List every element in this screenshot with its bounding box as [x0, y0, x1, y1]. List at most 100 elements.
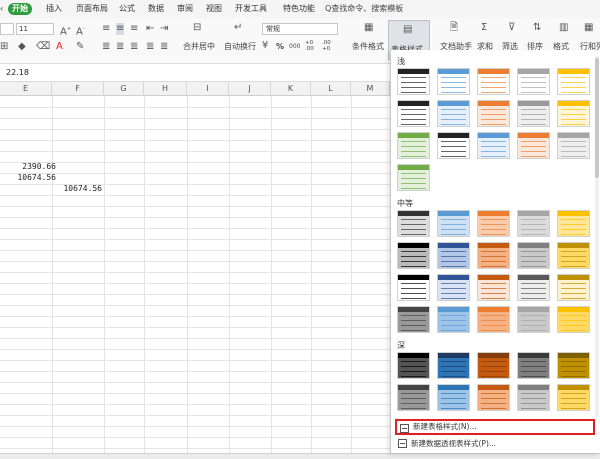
table-style-thumbnail[interactable]	[557, 384, 590, 411]
command-search[interactable]: Q查找命令、搜索模板	[325, 3, 403, 15]
table-style-thumbnail[interactable]	[557, 242, 590, 269]
fill-color-icon[interactable]: ◆	[18, 41, 26, 53]
table-style-thumbnail[interactable]	[397, 100, 430, 127]
format-icon[interactable]: ▥	[559, 22, 568, 34]
table-style-thumbnail[interactable]	[437, 384, 470, 411]
table-style-thumbnail[interactable]	[557, 306, 590, 333]
table-style-thumbnail[interactable]	[557, 100, 590, 127]
merge-center-icon[interactable]: ⊟	[193, 22, 201, 34]
table-style-thumbnail[interactable]	[397, 68, 430, 95]
font-name-dropdown[interactable]	[0, 23, 14, 35]
conditional-format-icon[interactable]: ▦	[364, 22, 373, 34]
table-style-thumbnail[interactable]	[397, 242, 430, 269]
decimal-decrease-button[interactable]: .00 +0	[322, 40, 334, 52]
table-style-thumbnail[interactable]	[517, 68, 550, 95]
column-header[interactable]: J	[229, 82, 271, 96]
cell-e8[interactable]: 10674.56	[0, 173, 56, 182]
table-style-thumbnail[interactable]	[477, 68, 510, 95]
doc-assistant-icon[interactable]: 🗎	[450, 22, 458, 34]
table-style-thumbnail[interactable]	[477, 210, 510, 237]
thousands-button[interactable]: 000	[289, 42, 300, 52]
tab-formulas[interactable]: 公式	[119, 3, 135, 15]
column-header[interactable]: E	[0, 82, 52, 96]
table-style-thumbnail[interactable]	[557, 274, 590, 301]
align-top-icon[interactable]: ≡	[102, 23, 110, 35]
conditional-format-button[interactable]: 条件格式	[352, 42, 384, 52]
column-header[interactable]: F	[52, 82, 104, 96]
font-size-dropdown[interactable]: 11	[16, 23, 54, 35]
merge-center-button[interactable]: 合并居中	[183, 42, 215, 52]
tab-insert[interactable]: 插入	[46, 3, 62, 15]
decrease-font-icon[interactable]: A-	[76, 23, 85, 38]
table-style-thumbnail[interactable]	[477, 384, 510, 411]
table-style-thumbnail[interactable]	[437, 210, 470, 237]
table-style-thumbnail[interactable]	[517, 100, 550, 127]
format-painter-icon[interactable]: ✎	[76, 41, 84, 53]
tab-view[interactable]: 视图	[206, 3, 222, 15]
column-header[interactable]: I	[187, 82, 229, 96]
align-middle-icon[interactable]: ≡	[116, 23, 125, 35]
tab-page-layout[interactable]: 页面布局	[76, 3, 108, 15]
spreadsheet-grid[interactable]: E F G H I J K L M 2390.66 10674.56 10674…	[0, 82, 390, 453]
table-style-thumbnail[interactable]	[517, 210, 550, 237]
increase-font-icon[interactable]: A+	[60, 23, 71, 38]
percent-button[interactable]: %	[276, 42, 284, 52]
indent-decrease-icon[interactable]: ⇤	[146, 23, 154, 35]
align-left-icon[interactable]: ≣	[102, 41, 110, 53]
sort-icon[interactable]: ⇅	[533, 22, 541, 34]
table-style-thumbnail[interactable]	[517, 306, 550, 333]
table-style-thumbnail[interactable]	[517, 274, 550, 301]
table-style-thumbnail[interactable]	[477, 352, 510, 379]
table-style-thumbnail[interactable]	[517, 242, 550, 269]
table-style-thumbnail[interactable]	[557, 68, 590, 95]
table-style-thumbnail[interactable]	[397, 274, 430, 301]
currency-icon[interactable]: ¥	[262, 40, 268, 52]
table-style-thumbnail[interactable]	[397, 132, 430, 159]
clear-icon[interactable]: ⌫	[36, 41, 50, 53]
distributed-icon[interactable]: ≣	[160, 41, 168, 53]
tab-review[interactable]: 审阅	[177, 3, 193, 15]
new-table-style-button[interactable]: 新建表格样式(N)...	[395, 419, 595, 435]
justify-icon[interactable]: ≣	[146, 41, 154, 53]
table-style-thumbnail[interactable]	[517, 352, 550, 379]
sum-icon[interactable]: Σ	[481, 22, 487, 34]
table-style-thumbnail[interactable]	[477, 274, 510, 301]
tab-home[interactable]: 开始	[8, 3, 32, 15]
table-style-thumbnail[interactable]	[517, 132, 550, 159]
table-style-thumbnail[interactable]	[437, 68, 470, 95]
table-style-thumbnail[interactable]	[557, 132, 590, 159]
table-style-thumbnail[interactable]	[397, 352, 430, 379]
table-style-thumbnail[interactable]	[437, 352, 470, 379]
column-header[interactable]: H	[144, 82, 187, 96]
table-style-thumbnail[interactable]	[477, 242, 510, 269]
table-style-thumbnail[interactable]	[437, 274, 470, 301]
indent-increase-icon[interactable]: ⇥	[160, 23, 168, 35]
table-style-thumbnail[interactable]	[397, 164, 430, 191]
table-style-thumbnail[interactable]	[437, 242, 470, 269]
table-style-thumbnail[interactable]	[477, 306, 510, 333]
scrollbar-thumb[interactable]	[595, 58, 599, 178]
tab-developer[interactable]: 开发工具	[235, 3, 267, 15]
align-bottom-icon[interactable]: ≡	[130, 23, 138, 35]
table-style-thumbnail[interactable]	[397, 210, 430, 237]
table-style-thumbnail[interactable]	[397, 306, 430, 333]
tab-data[interactable]: 数据	[148, 3, 164, 15]
table-style-thumbnail[interactable]	[397, 384, 430, 411]
column-header[interactable]: K	[271, 82, 311, 96]
tab-special-features[interactable]: 特色功能	[283, 3, 315, 15]
table-style-thumbnail[interactable]	[477, 100, 510, 127]
table-style-thumbnail[interactable]	[437, 132, 470, 159]
column-header[interactable]: G	[104, 82, 144, 96]
table-style-thumbnail[interactable]	[437, 306, 470, 333]
cell-f9[interactable]: 10674.56	[52, 184, 102, 193]
formula-bar[interactable]: 22.18	[0, 64, 390, 82]
table-style-thumbnail[interactable]	[557, 352, 590, 379]
filter-icon[interactable]: ⊽	[508, 22, 515, 34]
border-icon[interactable]: ⊞	[0, 41, 8, 53]
font-color-icon[interactable]: A	[56, 41, 63, 53]
table-style-thumbnail[interactable]	[477, 132, 510, 159]
table-style-thumbnail[interactable]	[437, 100, 470, 127]
align-right-icon[interactable]: ≣	[130, 41, 138, 53]
column-header[interactable]: L	[311, 82, 351, 96]
align-center-icon[interactable]: ≣	[116, 41, 124, 53]
